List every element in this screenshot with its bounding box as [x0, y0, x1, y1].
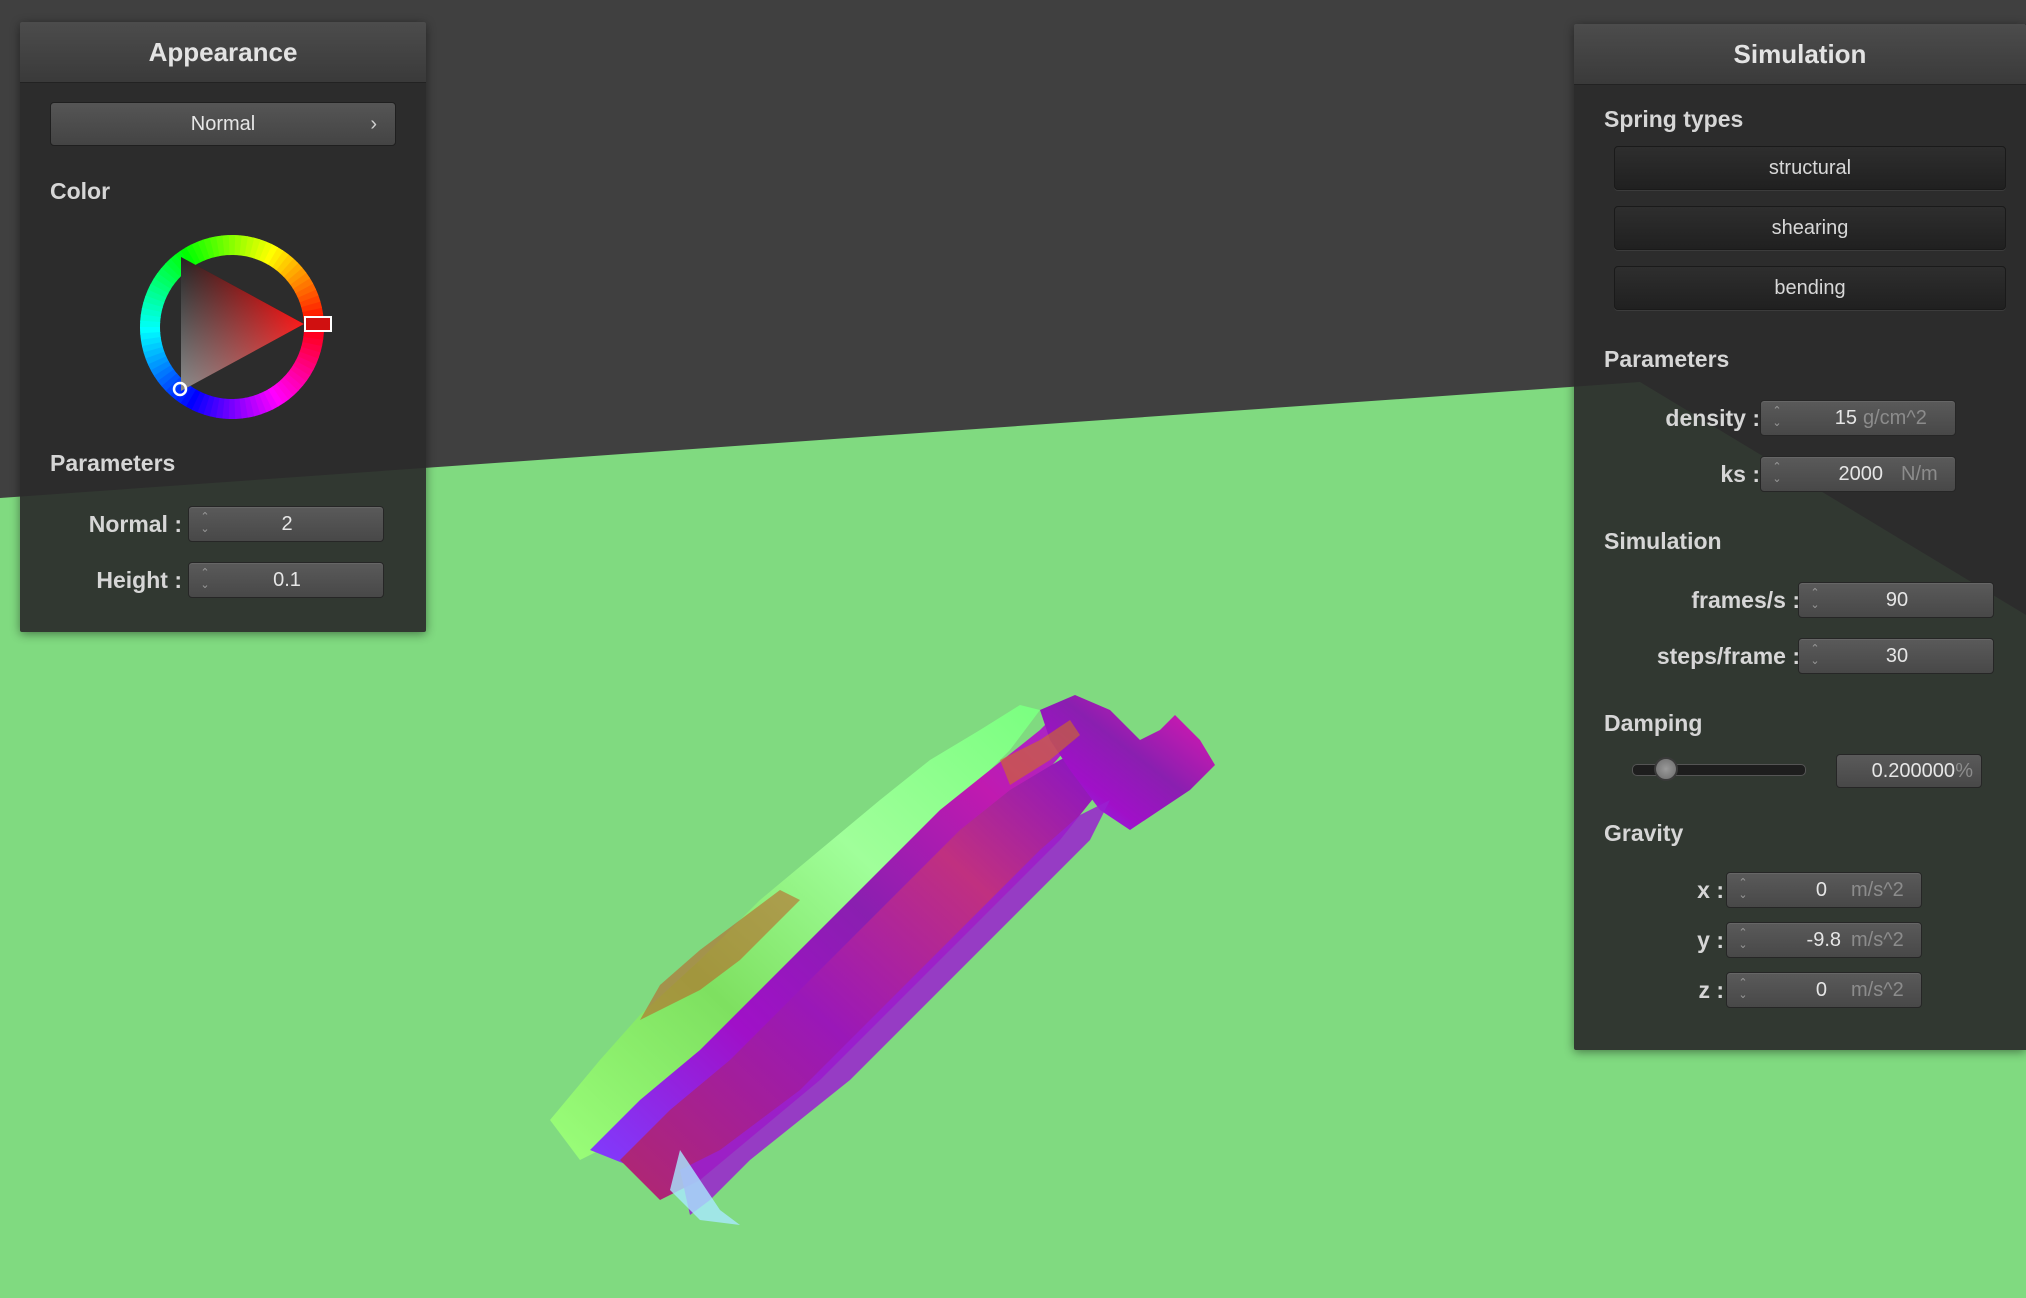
gravity-y-input[interactable]: ⌃ ⌄ -9.8 m/s^2 [1726, 922, 1922, 958]
height-input[interactable]: ⌃ ⌄ 0.1 [188, 562, 384, 598]
height-value: 0.1 [273, 569, 301, 591]
gravity-x-value: 0 [1815, 879, 1827, 901]
appearance-panel: Appearance Normal › Color Parameters Nor… [20, 22, 426, 632]
frames-per-s-input[interactable]: ⌃ ⌄ 90 [1798, 582, 1994, 618]
normal-value: 2 [281, 513, 293, 535]
density-input[interactable]: ⌃ ⌄ 15 g/cm^2 [1760, 400, 1956, 436]
gravity-x-input[interactable]: ⌃ ⌄ 0 m/s^2 [1726, 872, 1922, 908]
color-section-label: Color [50, 178, 111, 204]
simulation-panel: Simulation Spring types structural shear… [1574, 24, 2026, 1050]
damping-value: 0.200000 [1871, 760, 1955, 782]
gravity-y-value: -9.8 [1806, 929, 1841, 951]
stepper-arrows-icon[interactable]: ⌃ ⌄ [1737, 927, 1749, 955]
gravity-z-value: 0 [1815, 979, 1827, 1001]
frames-per-s-label: frames/s : [1691, 587, 1800, 613]
damping-unit: % [1955, 760, 1973, 782]
shearing-button[interactable]: shearing [1614, 206, 2006, 250]
damping-label: Damping [1604, 710, 1703, 736]
gravity-label: Gravity [1604, 820, 1684, 846]
hue-selector-handle[interactable] [304, 316, 332, 332]
ks-value: 2000 [1838, 463, 1884, 485]
damping-input[interactable]: 0.200000 % [1836, 754, 1982, 788]
ks-unit: N/m [1901, 463, 1938, 485]
height-label: Height : [96, 567, 182, 593]
gravity-y-label: y : [1697, 927, 1724, 953]
normal-label: Normal : [88, 511, 182, 537]
bending-button[interactable]: bending [1614, 266, 2006, 310]
gravity-x-unit: m/s^2 [1851, 879, 1904, 901]
steps-per-frame-input[interactable]: ⌃ ⌄ 30 [1798, 638, 1994, 674]
damping-slider-knob[interactable] [1654, 757, 1679, 781]
shader-select[interactable]: Normal › [50, 102, 396, 146]
spring-types-label: Spring types [1604, 106, 1744, 132]
frames-per-s-value: 90 [1885, 589, 1909, 611]
appearance-parameters-label: Parameters [50, 450, 176, 476]
gravity-x-label: x : [1697, 877, 1724, 903]
simulation-panel-title[interactable]: Simulation [1574, 24, 2026, 85]
simulation-section-label: Simulation [1604, 528, 1722, 554]
gravity-z-unit: m/s^2 [1851, 979, 1904, 1001]
appearance-panel-title[interactable]: Appearance [20, 22, 426, 83]
stepper-arrows-icon[interactable]: ⌃ ⌄ [1771, 461, 1783, 489]
shader-select-value: Normal [190, 113, 256, 135]
gravity-z-label: z : [1698, 977, 1724, 1003]
steps-per-frame-label: steps/frame : [1656, 643, 1800, 669]
gravity-y-unit: m/s^2 [1851, 929, 1904, 951]
normal-input[interactable]: ⌃ ⌄ 2 [188, 506, 384, 542]
gravity-z-input[interactable]: ⌃ ⌄ 0 m/s^2 [1726, 972, 1922, 1008]
color-wheel-icon[interactable] [132, 227, 332, 427]
density-unit: g/cm^2 [1863, 407, 1927, 429]
structural-button[interactable]: structural [1614, 146, 2006, 190]
density-value: 15 [1834, 407, 1857, 429]
ks-label: ks : [1720, 461, 1760, 487]
density-label: density : [1665, 405, 1760, 431]
stepper-arrows-icon[interactable]: ⌃ ⌄ [1771, 405, 1783, 433]
ks-input[interactable]: ⌃ ⌄ 2000 N/m [1760, 456, 1956, 492]
stepper-arrows-icon[interactable]: ⌃ ⌄ [1737, 877, 1749, 905]
stepper-arrows-icon[interactable]: ⌃ ⌄ [1737, 977, 1749, 1005]
steps-per-frame-value: 30 [1885, 645, 1909, 667]
chevron-right-icon: › [370, 113, 377, 135]
simulation-parameters-label: Parameters [1604, 346, 1730, 372]
